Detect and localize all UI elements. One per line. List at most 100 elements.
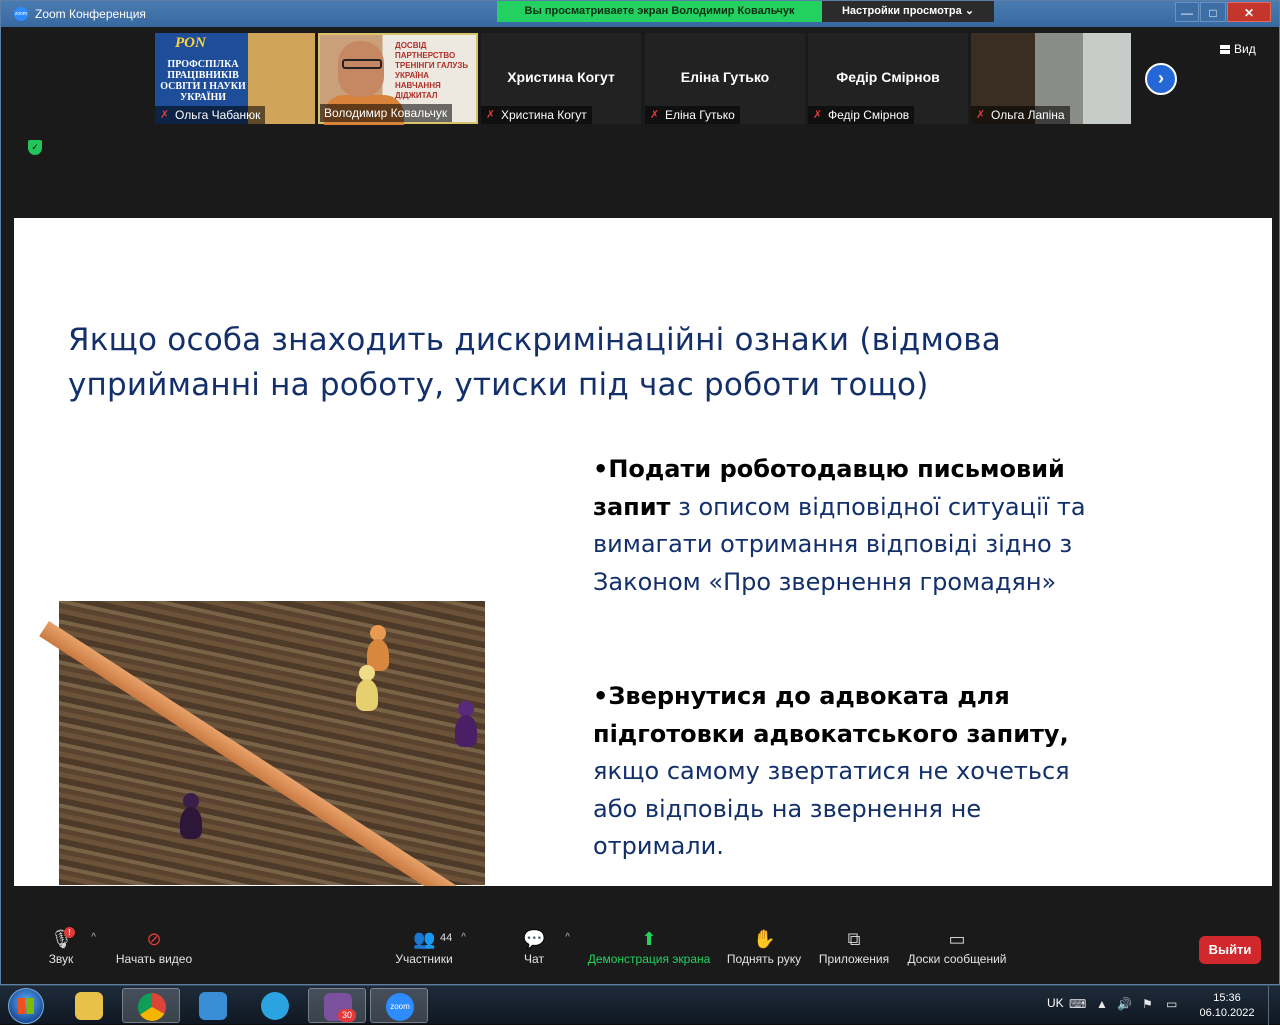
telegram-icon <box>261 992 289 1020</box>
maximize-button[interactable]: □ <box>1200 2 1226 22</box>
slide-photo-pawns-wall <box>39 601 486 886</box>
audio-label: Звук <box>48 952 74 966</box>
mic-muted-icon: ✗ <box>976 109 986 121</box>
close-button[interactable]: ✕ <box>1227 2 1271 22</box>
video-face <box>338 41 384 97</box>
screen-share-banner: Вы просматриваете экран Володимир Коваль… <box>497 1 822 22</box>
folder-icon <box>75 992 103 1020</box>
clock-time: 15:36 <box>1213 992 1241 1004</box>
taskbar-viber[interactable]: 30 <box>308 988 366 1023</box>
meeting-toolbar: 🎙 Звук ^ ! ⊘ Начать видео 👥 Участники ^ … <box>14 918 1272 980</box>
view-button[interactable]: Вид <box>1220 42 1256 56</box>
grid-icon <box>1220 45 1230 54</box>
zoom-icon: zoom <box>386 993 414 1021</box>
windows-taskbar: 30 zoom UK ⌨ ▲ 🔊 ⚑ ▭ 15:36 06.10.2022 <box>0 985 1280 1025</box>
start-button[interactable] <box>8 988 44 1024</box>
zoom-window: zoom Zoom Конференция Вы просматриваете … <box>0 0 1280 985</box>
participants-button[interactable]: 👥 Участники ^ <box>392 918 466 976</box>
network-icon[interactable]: ▭ <box>1166 997 1177 1011</box>
photo-wall <box>39 621 486 886</box>
mic-muted-icon: ✗ <box>486 109 496 121</box>
whiteboard-icon: ▭ <box>948 929 966 949</box>
view-button-label: Вид <box>1234 42 1256 56</box>
window-title: Zoom Конференция <box>35 7 146 21</box>
taskbar-explorer[interactable] <box>60 988 118 1023</box>
photo-pawn <box>455 701 477 747</box>
participant-name: Ольга Чабанюк <box>155 106 266 124</box>
volume-icon[interactable]: 🔊 <box>1117 997 1132 1011</box>
taskbar-chrome[interactable] <box>122 988 180 1023</box>
start-video-label: Начать видео <box>115 952 193 966</box>
poster-line: УКРАЇНИ <box>179 92 227 103</box>
participants-options-caret[interactable]: ^ <box>461 932 466 943</box>
share-screen-icon: ⬆ <box>641 929 657 949</box>
chat-icon: 💬 <box>523 929 546 949</box>
photo-pawn <box>180 793 202 839</box>
whiteboards-label: Доски сообщений <box>907 952 1007 966</box>
tray-expand-icon[interactable]: ▲ <box>1096 997 1108 1011</box>
apps-button[interactable]: ⧉ Приложения <box>816 918 892 976</box>
video-off-icon: ⊘ <box>146 929 162 949</box>
participant-tile[interactable]: Христина Когут Христина Когут ✗ <box>481 33 641 124</box>
audio-options-caret[interactable]: ^ <box>91 932 96 943</box>
leave-button[interactable]: Выйти <box>1199 936 1261 964</box>
view-settings-label: Настройки просмотра <box>841 5 962 17</box>
keyboard-icon[interactable]: ⌨ <box>1069 997 1086 1011</box>
keyboard-language[interactable]: UK <box>1047 996 1064 1010</box>
taskbar-telegram[interactable] <box>246 988 304 1023</box>
minimize-button[interactable]: — <box>1175 2 1199 22</box>
mic-muted-icon: ✗ <box>160 109 170 121</box>
viber-unread-badge: 30 <box>338 1009 356 1022</box>
participant-name-large: Еліна Гутько <box>680 69 770 85</box>
bullet-bold-text: •Звернутися до адвоката для підготовки а… <box>593 682 1069 748</box>
apps-label: Приложения <box>818 952 890 966</box>
taskbar-video-app[interactable] <box>184 988 242 1023</box>
participant-tile[interactable]: Еліна Гутько Еліна Гутько ✗ <box>645 33 805 124</box>
participant-name-large: Христина Когут <box>507 69 615 85</box>
video-glasses <box>342 59 382 69</box>
photo-pawn <box>356 665 378 711</box>
poster-line: ОСВІТИ І НАУКИ <box>160 81 246 92</box>
chat-button[interactable]: 💬 Чат ^ <box>514 918 570 976</box>
taskbar-zoom[interactable]: zoom <box>370 988 428 1023</box>
zoom-logo-icon: zoom <box>14 7 28 21</box>
chat-label: Чат <box>524 952 544 966</box>
chrome-icon <box>138 993 166 1021</box>
mic-muted-icon: ✗ <box>813 109 823 121</box>
raise-hand-button[interactable]: ✋ Поднять руку <box>724 918 804 976</box>
slide-bullet: •Подати роботодавцю письмовий запит з оп… <box>593 451 1113 601</box>
next-page-arrow-icon[interactable]: › <box>1145 63 1177 95</box>
participant-tile[interactable]: Федір Смірнов Федір Смірнов ✗ <box>808 33 968 124</box>
security-shield-icon[interactable]: ✓ <box>28 140 42 155</box>
audio-button[interactable]: 🎙 Звук ^ <box>42 918 96 976</box>
start-video-button[interactable]: ⊘ Начать видео <box>114 918 194 976</box>
camera-app-icon <box>199 992 227 1020</box>
poster-line: ПРОФСПІЛКА <box>167 59 239 70</box>
view-settings-dropdown[interactable]: Настройки просмотра ⌄ <box>822 1 994 22</box>
pon-logo: PON <box>175 35 206 51</box>
share-screen-button[interactable]: ⬆ Демонстрация экрана <box>586 918 712 976</box>
participant-name: Володимир Ковальчук <box>320 104 453 122</box>
participant-name: Христина Когут <box>481 106 592 124</box>
system-clock[interactable]: 15:36 06.10.2022 <box>1196 991 1258 1021</box>
audio-alert-badge: ! <box>64 927 75 938</box>
action-center-flag-icon[interactable]: ⚑ <box>1142 997 1153 1011</box>
participants-count: 44 <box>440 932 453 944</box>
clock-date: 06.10.2022 <box>1199 1007 1255 1019</box>
participant-tile[interactable]: Ольга Лапіна ✗ <box>971 33 1131 124</box>
shared-screen-slide: Якщо особа знаходить дискримінаційні озн… <box>14 218 1272 886</box>
poster-line: ПРАЦІВНИКІВ <box>167 70 239 81</box>
whiteboards-button[interactable]: ▭ Доски сообщений <box>904 918 1010 976</box>
participant-tile-active-speaker[interactable]: ДОСВІД ПАРТНЕРСТВО ТРЕНІНГИ ГАЛУЗЬ УКРАЇ… <box>318 33 478 125</box>
show-desktop-button[interactable] <box>1268 986 1280 1025</box>
raise-hand-label: Поднять руку <box>726 952 802 966</box>
participant-tile[interactable]: PON ПРОФСПІЛКА ПРАЦІВНИКІВ ОСВІТИ І НАУК… <box>155 33 315 124</box>
bullet-text: якщо самому звертатися не хочеться або в… <box>593 757 1070 860</box>
windows-logo-icon <box>18 998 34 1014</box>
poster-text: ПРОФСПІЛКА ПРАЦІВНИКІВ ОСВІТИ І НАУКИ УК… <box>159 59 247 103</box>
chat-options-caret[interactable]: ^ <box>565 932 570 943</box>
share-screen-label: Демонстрация экрана <box>587 952 711 966</box>
mic-muted-icon: ✗ <box>650 109 660 121</box>
participant-name-large: Федір Смірнов <box>836 69 940 85</box>
slide-title: Якщо особа знаходить дискримінаційні озн… <box>68 322 1001 403</box>
